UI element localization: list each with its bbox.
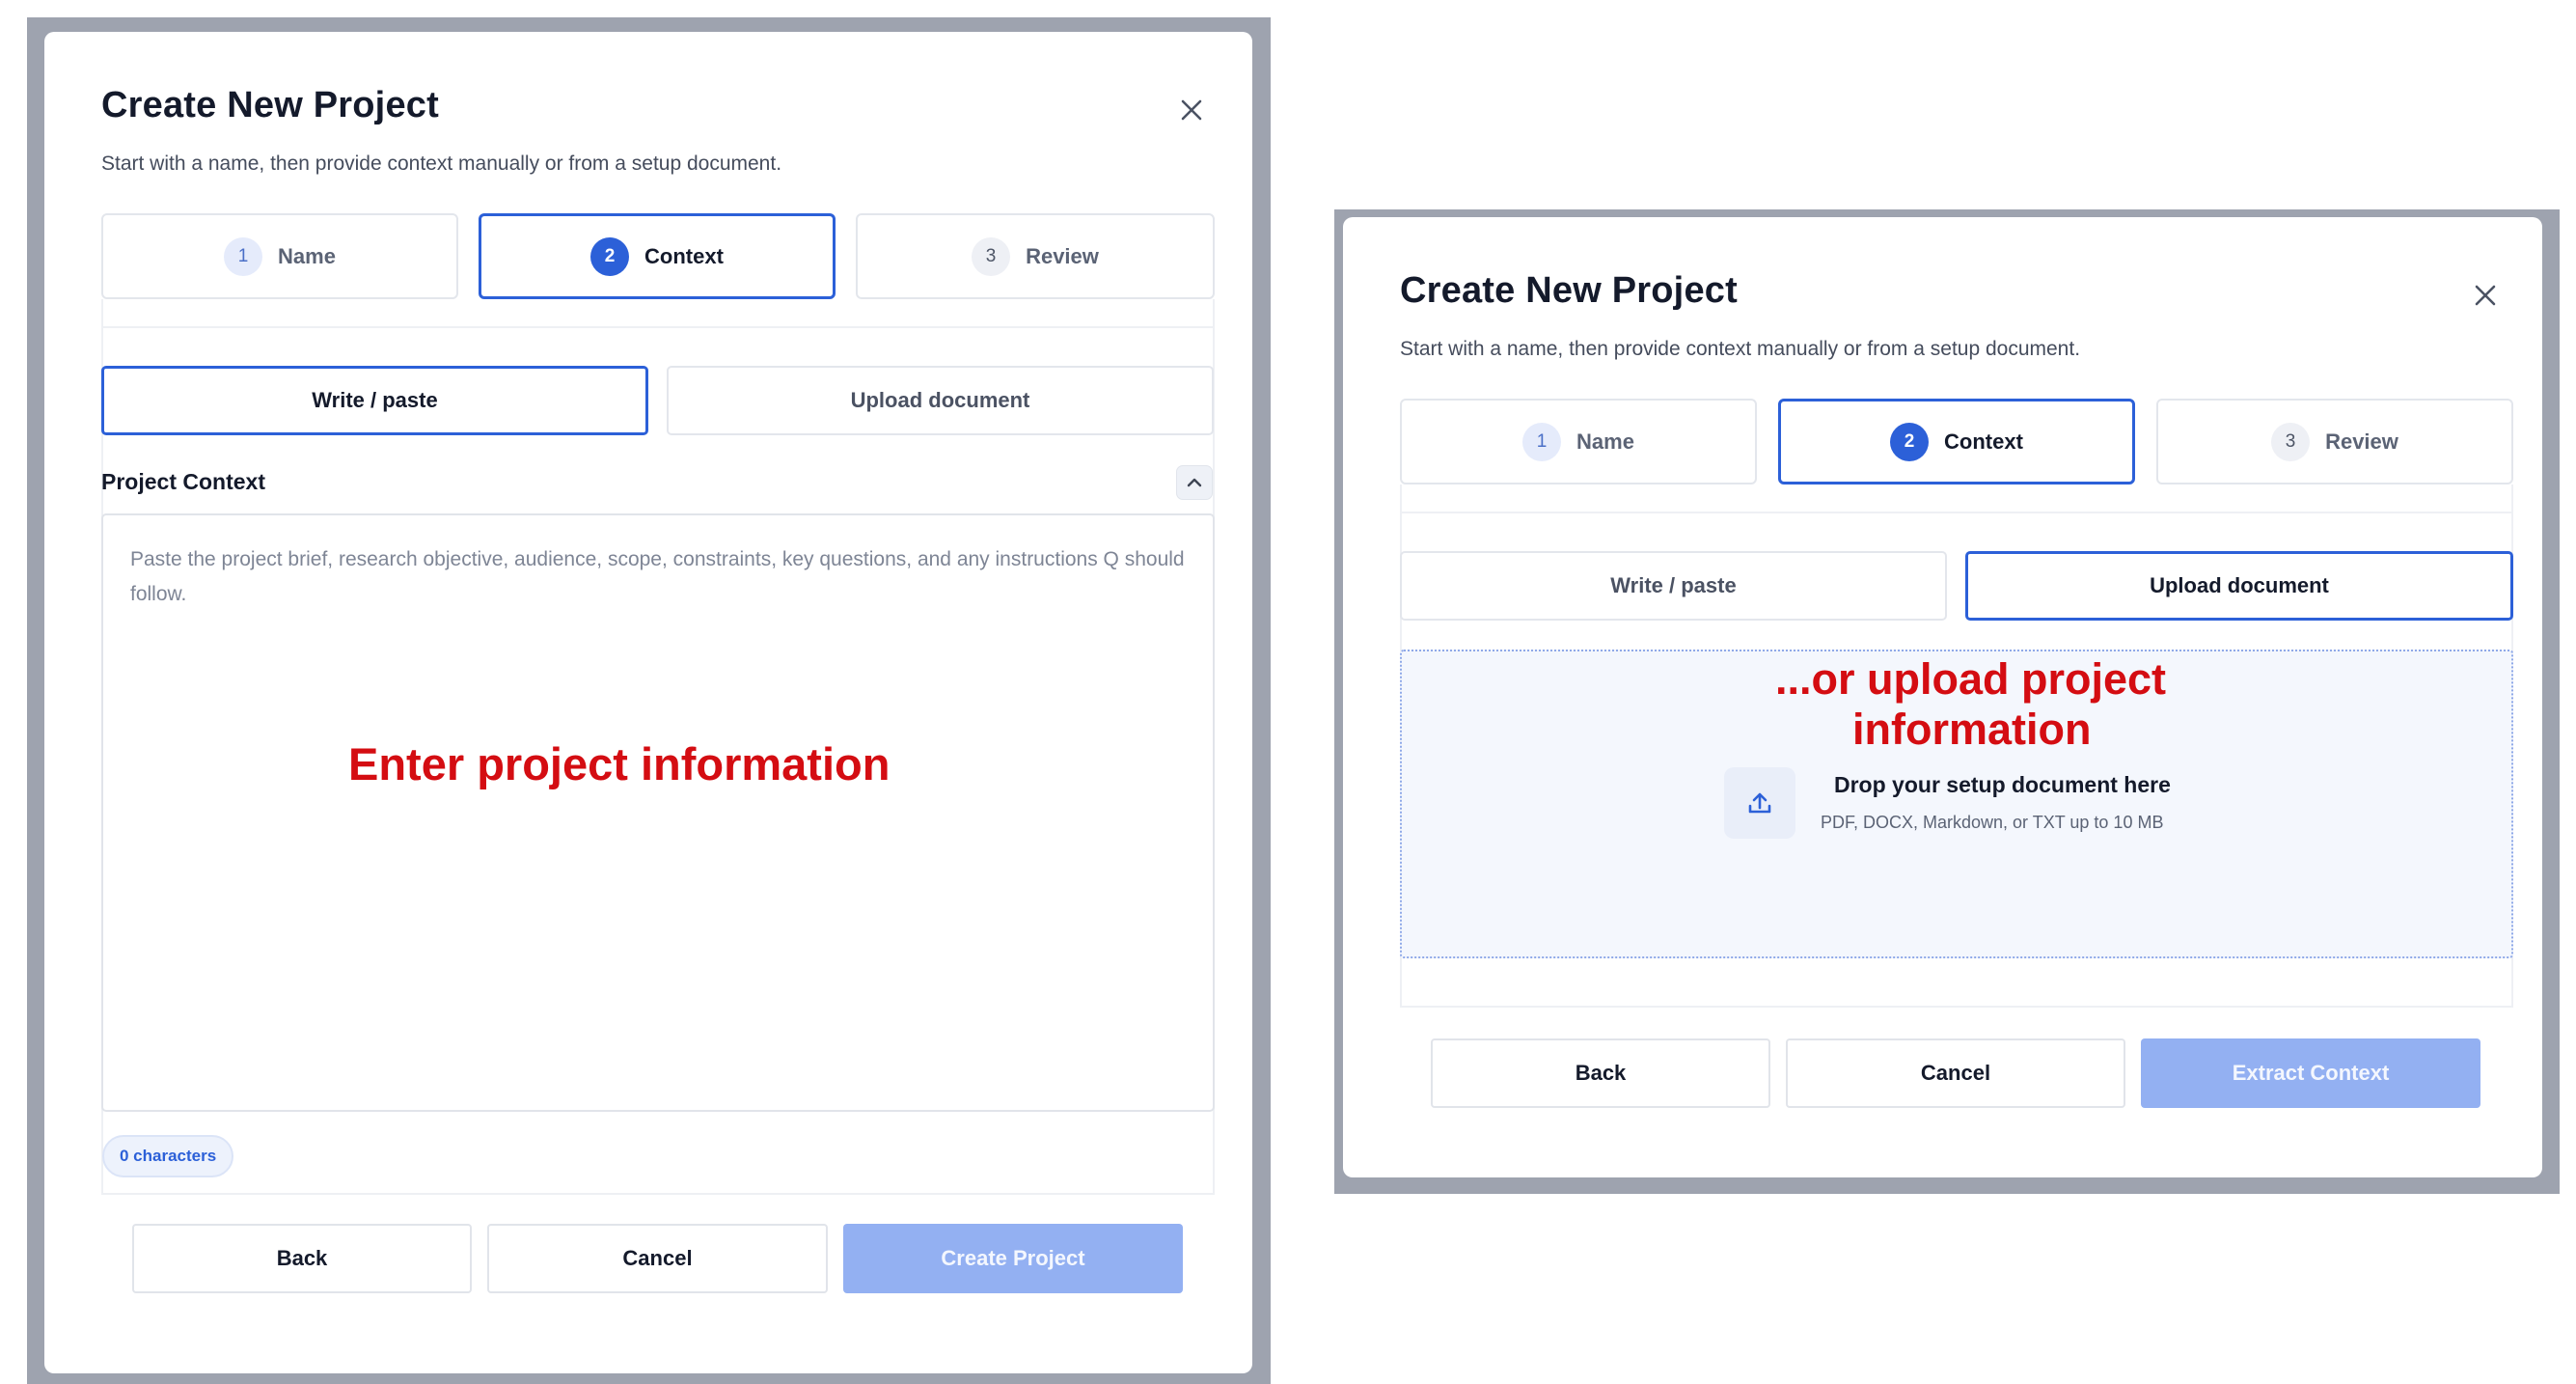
left-step-context[interactable]: 2 Context (479, 213, 836, 299)
step-label: Name (1576, 429, 1634, 454)
close-icon (2475, 285, 2496, 306)
step-label: Context (1944, 429, 2023, 454)
right-tab-upload-document[interactable]: Upload document (1965, 551, 2513, 621)
left-steps-divider (101, 326, 1215, 328)
textarea-placeholder: Paste the project brief, research object… (130, 548, 1185, 605)
right-tab-write-paste[interactable]: Write / paste (1400, 551, 1947, 621)
right-steps-divider (1400, 512, 2513, 513)
left-cancel-button[interactable]: Cancel (487, 1224, 828, 1293)
left-panel-bottom-edge (101, 1193, 1215, 1195)
right-dialog-title: Create New Project (1400, 270, 1738, 311)
right-close-button[interactable] (2466, 276, 2505, 315)
right-step-name[interactable]: 1 Name (1400, 399, 1757, 484)
left-tab-upload-document[interactable]: Upload document (667, 366, 1214, 435)
project-context-textarea[interactable]: Paste the project brief, research object… (101, 513, 1215, 1112)
left-step-review[interactable]: 3 Review (856, 213, 1215, 299)
step-label: Name (278, 243, 336, 268)
left-step-name[interactable]: 1 Name (101, 213, 458, 299)
drop-hint: PDF, DOCX, Markdown, or TXT up to 10 MB (1821, 813, 2164, 832)
upload-icon (1748, 792, 1771, 814)
left-tab-write-paste[interactable]: Write / paste (101, 366, 648, 435)
right-dialog-subtitle: Start with a name, then provide context … (1400, 338, 2081, 360)
left-dialog-title: Create New Project (101, 85, 439, 125)
right-annotation-line1: ...or upload project (1775, 654, 2167, 704)
step-number: 3 (972, 236, 1011, 276)
step-label: Review (1026, 243, 1099, 268)
step-number: 2 (590, 236, 630, 276)
left-dialog-subtitle: Start with a name, then provide context … (101, 152, 782, 175)
left-annotation: Enter project information (348, 738, 891, 789)
step-number: 1 (1522, 422, 1562, 461)
right-step-review[interactable]: 3 Review (2156, 399, 2513, 484)
step-label: Context (644, 243, 724, 268)
right-step-context[interactable]: 2 Context (1778, 399, 2135, 484)
step-label: Review (2325, 429, 2398, 454)
upload-icon-tile (1724, 767, 1795, 839)
create-project-button[interactable]: Create Project (843, 1224, 1183, 1293)
left-close-button[interactable] (1172, 91, 1211, 129)
collapse-button[interactable] (1176, 465, 1213, 500)
right-annotation-line2: information (1852, 705, 2092, 754)
step-number: 1 (224, 236, 263, 276)
chevron-up-icon (1187, 478, 1202, 487)
right-cancel-button[interactable]: Cancel (1786, 1038, 2125, 1108)
close-icon (1181, 99, 1202, 121)
step-number: 2 (1890, 422, 1930, 461)
right-back-button[interactable]: Back (1431, 1038, 1770, 1108)
character-count-badge: 0 characters (102, 1135, 234, 1177)
drop-title: Drop your setup document here (1834, 772, 2171, 797)
left-back-button[interactable]: Back (132, 1224, 472, 1293)
project-context-label: Project Context (101, 469, 265, 494)
right-panel-bottom-edge (1400, 1006, 2513, 1008)
step-number: 3 (2271, 422, 2311, 461)
extract-context-button[interactable]: Extract Context (2141, 1038, 2480, 1108)
